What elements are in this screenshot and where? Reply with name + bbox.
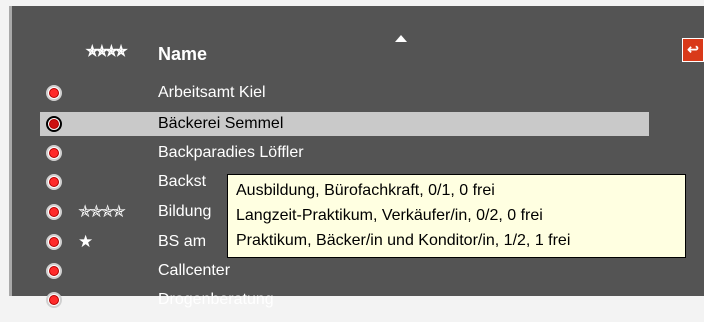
sort-ascending-icon[interactable]: [395, 35, 407, 42]
rating-stars: ✯✯✯✯: [78, 202, 126, 221]
tooltip-line: Ausbildung, Bürofachkraft, 0/1, 0 frei: [236, 182, 495, 199]
radio-button[interactable]: [46, 263, 62, 279]
list-item-label: Arbeitsamt Kiel: [158, 84, 266, 101]
rating-stars: ★: [78, 232, 93, 251]
radio-button[interactable]: [46, 145, 62, 161]
rating-column-header[interactable]: ✯✯✯✯: [86, 42, 127, 60]
name-column-header[interactable]: Name: [158, 44, 207, 65]
list-item[interactable]: Callcenter: [40, 259, 649, 283]
list-item-label: Drogenberatung: [158, 291, 274, 308]
radio-button[interactable]: [46, 116, 62, 132]
list-item-label: Backst: [158, 173, 207, 190]
tooltip-line: Langzeit-Praktikum, Verkäufer/in, 0/2, 0…: [236, 207, 543, 224]
list-item-label: Callcenter: [158, 262, 231, 279]
tooltip-line: Praktikum, Bäcker/in und Konditor/in, 1/…: [236, 232, 571, 249]
list-item-label: Bildung: [158, 203, 212, 220]
list-item-selected[interactable]: Bäckerei Semmel: [40, 112, 649, 136]
radio-button[interactable]: [46, 234, 62, 250]
list-item-label: Backparadies Löffler: [158, 144, 304, 161]
list-item[interactable]: Backparadies Löffler: [40, 141, 649, 165]
exit-door-icon[interactable]: ↩: [682, 38, 704, 62]
list-item[interactable]: Arbeitsamt Kiel: [40, 81, 649, 105]
list-item-label: Bäckerei Semmel: [158, 115, 284, 132]
radio-button[interactable]: [46, 174, 62, 190]
radio-button[interactable]: [46, 85, 62, 101]
radio-button[interactable]: [46, 204, 62, 220]
radio-button[interactable]: [46, 292, 62, 308]
list-item[interactable]: Drogenberatung: [40, 288, 649, 312]
window-frame: ✯✯✯✯ Name ↩ Arbeitsamt Kiel Bäckerei Sem…: [0, 0, 704, 322]
list-item-label: BS am: [158, 233, 207, 250]
tooltip: Ausbildung, Bürofachkraft, 0/1, 0 frei L…: [227, 174, 686, 258]
